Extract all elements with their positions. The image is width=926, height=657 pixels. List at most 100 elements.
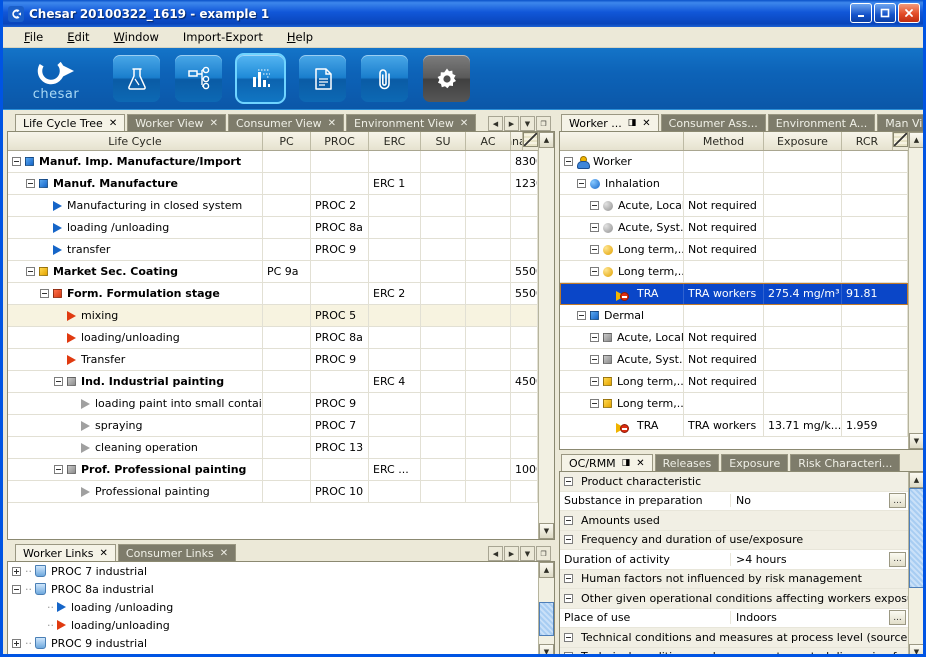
tab-next-icon[interactable]: ▶ [504, 116, 519, 131]
pc-cell[interactable] [263, 327, 311, 348]
scroll-up-icon[interactable]: ▲ [539, 132, 554, 148]
collapse-icon[interactable] [564, 574, 573, 584]
column-header-tonnage[interactable]: Tonnage [511, 132, 523, 150]
proc-cell[interactable] [311, 283, 369, 304]
collapse-icon[interactable] [590, 201, 599, 210]
ac-cell[interactable] [466, 393, 511, 414]
scroll-up-icon[interactable]: ▲ [909, 472, 923, 488]
pc-cell[interactable] [263, 173, 311, 194]
assessment-node-cell[interactable]: Dermal [560, 305, 684, 326]
pc-cell[interactable] [263, 371, 311, 392]
close-button[interactable] [898, 3, 920, 23]
ac-cell[interactable] [466, 239, 511, 260]
worker-link-cell[interactable]: ·· PROC 8a industrial [8, 580, 538, 598]
column-header-pc[interactable]: PC [263, 132, 311, 150]
erc-cell[interactable] [369, 151, 421, 172]
table-row[interactable]: Long term,... [560, 261, 908, 283]
table-row[interactable]: Inhalation [560, 173, 908, 195]
tonnage-cell[interactable]: 8300 [511, 151, 538, 172]
ac-cell[interactable] [466, 459, 511, 480]
method-cell[interactable]: Not required [684, 349, 764, 370]
life-cycle-name-cell[interactable]: loading paint into small containe... [8, 393, 263, 414]
property-group-row[interactable]: Other given operational conditions affec… [560, 589, 908, 609]
tab-risk-characterisation[interactable]: Risk Characteri... [790, 454, 901, 471]
tab-list-chevron-down-icon[interactable]: ▼ [520, 116, 535, 131]
scroll-thumb[interactable] [539, 602, 554, 636]
rcr-cell[interactable] [842, 371, 908, 392]
property-ellipsis-button[interactable]: ... [889, 551, 906, 567]
assessment-node-cell[interactable]: Long term,... [560, 393, 684, 414]
su-cell[interactable] [421, 239, 466, 260]
tab-close-icon[interactable]: ✕ [328, 118, 336, 129]
life-cycle-name-cell[interactable]: loading/unloading [8, 327, 263, 348]
collapse-icon[interactable] [54, 465, 63, 474]
table-row[interactable]: Long term,... Not required [560, 239, 908, 261]
proc-cell[interactable] [311, 261, 369, 282]
erc-cell[interactable]: ERC ... [369, 459, 421, 480]
tonnage-cell[interactable] [511, 195, 538, 216]
erc-cell[interactable] [369, 327, 421, 348]
scroll-track[interactable] [909, 148, 923, 433]
property-ellipsis-button[interactable]: ... [889, 493, 906, 509]
su-cell[interactable] [421, 393, 466, 414]
maximize-button[interactable] [874, 3, 896, 23]
tonnage-cell[interactable] [511, 239, 538, 260]
collapse-icon[interactable] [590, 267, 599, 276]
tonnage-cell[interactable] [511, 437, 538, 458]
table-row[interactable]: loading/unloading PROC 8a [8, 327, 538, 349]
table-row[interactable]: transfer PROC 9 [8, 239, 538, 261]
property-row[interactable]: Substance in preparation No... [560, 492, 908, 511]
exposure-cell[interactable] [764, 393, 842, 414]
tonnage-cell[interactable] [511, 393, 538, 414]
su-cell[interactable] [421, 327, 466, 348]
proc-cell[interactable]: PROC 5 [311, 305, 369, 326]
exposure-cell[interactable] [764, 195, 842, 216]
life-cycle-name-cell[interactable]: transfer [8, 239, 263, 260]
su-cell[interactable] [421, 151, 466, 172]
menu-import-export[interactable]: Import-Export [171, 28, 275, 46]
tonnage-cell[interactable]: 4500 [511, 371, 538, 392]
collapse-icon[interactable] [577, 179, 586, 188]
menu-help[interactable]: Help [275, 28, 325, 46]
property-group-row[interactable]: Human factors not influenced by risk man… [560, 569, 908, 589]
su-cell[interactable] [421, 173, 466, 194]
ac-cell[interactable] [466, 481, 511, 502]
tonnage-cell[interactable] [511, 327, 538, 348]
rcr-cell[interactable] [842, 195, 908, 216]
scroll-thumb[interactable] [909, 488, 923, 588]
property-group-row[interactable]: Frequency and duration of use/exposure [560, 530, 908, 550]
collapse-icon[interactable] [564, 476, 573, 486]
rcr-cell[interactable] [842, 305, 908, 326]
proc-cell[interactable] [311, 371, 369, 392]
column-header-erc[interactable]: ERC [369, 132, 421, 150]
tab-pin-icon[interactable]: ◨ [622, 458, 631, 468]
exposure-cell[interactable] [764, 371, 842, 392]
menu-edit[interactable]: Edit [55, 28, 101, 46]
tab-close-icon[interactable]: ✕ [100, 548, 108, 559]
table-row[interactable]: Worker [560, 151, 908, 173]
su-cell[interactable] [421, 349, 466, 370]
property-group-row[interactable]: Product characteristic [560, 472, 908, 492]
collapse-icon[interactable] [564, 515, 573, 525]
ac-cell[interactable] [466, 151, 511, 172]
su-cell[interactable] [421, 261, 466, 282]
scroll-track[interactable] [909, 488, 923, 644]
tab-consumer-links[interactable]: Consumer Links ✕ [117, 544, 237, 561]
pc-cell[interactable] [263, 393, 311, 414]
ac-cell[interactable] [466, 327, 511, 348]
pc-cell[interactable] [263, 217, 311, 238]
menu-window[interactable]: Window [102, 28, 171, 46]
tab-environment-assessment[interactable]: Environment A... [767, 114, 876, 131]
pc-cell[interactable] [263, 349, 311, 370]
life-cycle-name-cell[interactable]: Manufacturing in closed system [8, 195, 263, 216]
su-cell[interactable] [421, 283, 466, 304]
method-cell[interactable] [684, 151, 764, 172]
exposure-cell[interactable] [764, 305, 842, 326]
pc-cell[interactable] [263, 195, 311, 216]
tab-man-via-environment[interactable]: Man Via Envir... [877, 114, 923, 131]
collapse-icon[interactable] [564, 157, 573, 166]
tonnage-cell[interactable] [511, 349, 538, 370]
life-cycle-name-cell[interactable]: mixing [8, 305, 263, 326]
table-row[interactable]: Long term,... [560, 393, 908, 415]
proc-cell[interactable] [311, 151, 369, 172]
